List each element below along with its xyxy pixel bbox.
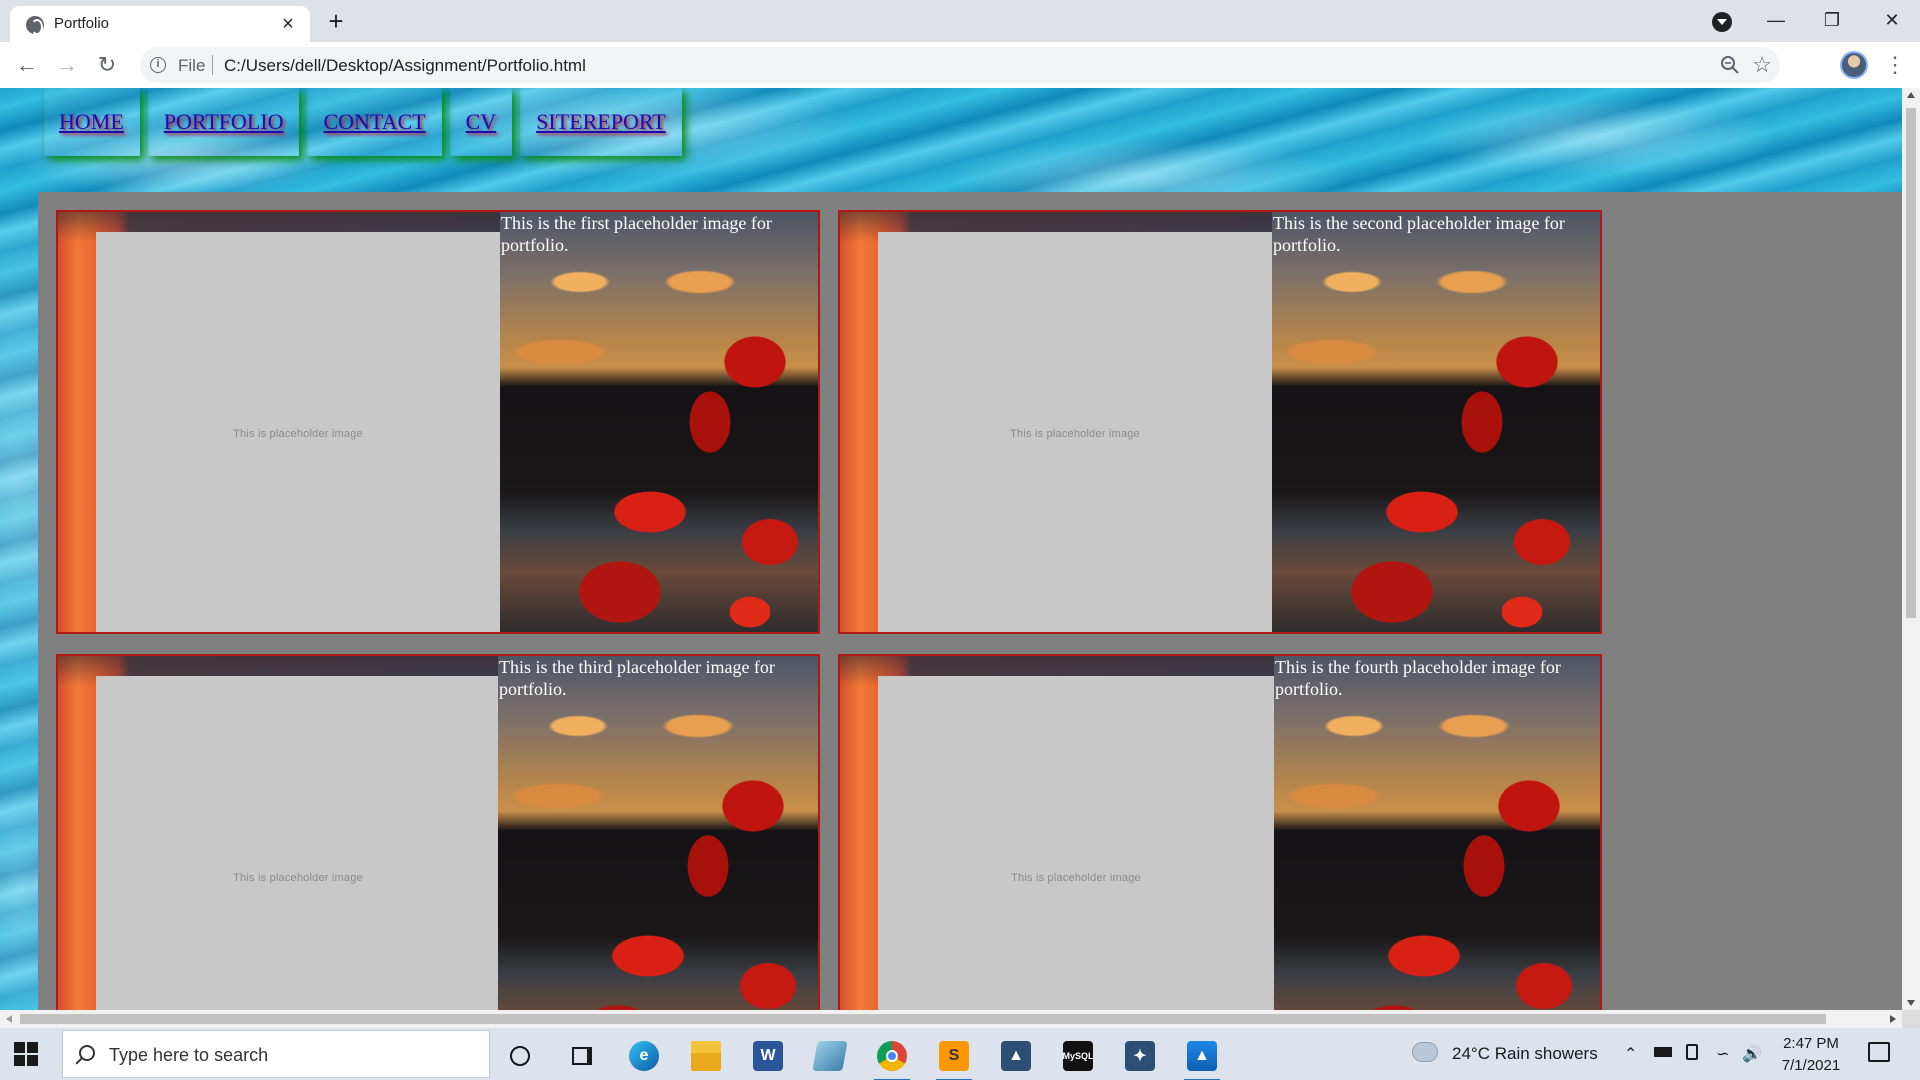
visual-studio-icon[interactable]: ✦ [1114,1034,1166,1078]
placeholder-image: This is placeholder image [96,232,500,632]
site-navbar: HOME PORTFOLIO CONTACT CV SITEREPORT [44,88,690,158]
scrollbar-thumb[interactable] [1906,108,1916,618]
chrome-icon[interactable] [866,1034,918,1080]
tab-search-icon[interactable] [1712,12,1732,32]
placeholder-text: This is placeholder image [1011,872,1141,884]
placeholder-text: This is placeholder image [1010,428,1140,440]
placeholder-image: This is placeholder image [96,676,500,1010]
placeholder-image: This is placeholder image [878,676,1274,1010]
minimize-button[interactable]: — [1748,0,1804,40]
nav-link-contact[interactable]: CONTACT [307,88,442,156]
restore-button[interactable]: ❐ [1804,0,1860,40]
notifications-icon[interactable] [1868,1042,1890,1062]
card-caption: This is the third placeholder image for … [499,657,775,699]
clock-date: 7/1/2021 [1781,1057,1841,1074]
horizontal-scrollbar[interactable] [0,1010,1902,1028]
wifi-icon[interactable]: ∽ [1716,1044,1729,1064]
edge-icon[interactable]: e [618,1034,670,1078]
forward-arrow-icon[interactable]: → [52,50,82,80]
new-tab-button[interactable]: + [322,8,350,36]
portfolio-card: This is placeholder image This is the se… [838,210,1602,634]
task-view-icon[interactable] [556,1034,608,1078]
nav-link-home[interactable]: HOME [44,88,140,156]
info-icon[interactable]: i [150,57,166,73]
nav-link-portfolio[interactable]: PORTFOLIO [147,88,300,156]
zoom-icon[interactable] [1720,55,1740,75]
nav-link-sitereport[interactable]: SITEREPORT [520,88,682,156]
sublime-text-icon[interactable]: S [928,1034,980,1080]
portfolio-card: This is placeholder image This is the fi… [56,210,820,634]
weather-icon[interactable] [1412,1042,1438,1062]
scroll-up-arrow-icon[interactable] [1907,92,1915,98]
show-hidden-icons-chevron-icon[interactable]: ⌃ [1624,1044,1637,1064]
card-caption: This is the first placeholder image for … [501,213,772,255]
scroll-right-arrow-icon[interactable] [1890,1015,1896,1023]
bookmark-star-icon[interactable]: ☆ [1752,52,1772,78]
placeholder-image: This is placeholder image [878,232,1272,632]
menu-dots-icon[interactable]: ⋮ [1884,50,1906,80]
notepad-icon[interactable] [804,1034,856,1078]
url-scheme: File [178,56,206,75]
device-icon[interactable] [1686,1044,1698,1060]
search-icon [79,1045,95,1061]
vs-code-icon[interactable]: ▲ [990,1034,1042,1078]
browser-tab[interactable]: Portfolio × [10,6,310,42]
placeholder-text: This is placeholder image [233,428,363,440]
flower-sunset-image [1274,656,1600,1010]
url-text[interactable]: C:/Users/dell/Desktop/Assignment/Portfol… [224,56,586,76]
scrollbar-corner [1902,1010,1920,1028]
word-icon[interactable]: W [742,1034,794,1078]
address-bar[interactable]: i File C:/Users/dell/Desktop/Assignment/… [140,47,1780,83]
tab-strip: Portfolio × + — ❐ ✕ [0,0,1920,42]
close-tab-icon[interactable]: × [276,12,300,36]
tab-title: Portfolio [54,15,110,32]
cortana-icon[interactable] [494,1034,546,1078]
close-window-button[interactable]: ✕ [1864,0,1920,40]
portfolio-card: This is placeholder image This is the th… [56,654,820,1010]
divider [212,55,213,75]
battery-icon[interactable] [1654,1047,1672,1057]
vertical-scrollbar[interactable] [1902,88,1920,1010]
weather-text[interactable]: 24°C Rain showers [1452,1044,1598,1064]
windows-start-icon[interactable] [14,1042,38,1066]
scroll-down-arrow-icon[interactable] [1907,1000,1915,1006]
system-clock[interactable]: 2:47 PM 7/1/2021 [1756,1033,1866,1077]
page-viewport: HOME PORTFOLIO CONTACT CV SITEREPORT Thi… [0,88,1902,1010]
card-caption: This is the second placeholder image for… [1273,213,1565,255]
photos-icon[interactable]: ▲ [1176,1034,1228,1080]
windows-taskbar: Type here to search e W S ▲ MySQL ✦ ▲ 24… [0,1028,1920,1080]
taskbar-search-box[interactable]: Type here to search [62,1030,490,1078]
back-arrow-icon[interactable]: ← [12,50,42,80]
profile-avatar[interactable] [1840,51,1868,79]
card-caption: This is the fourth placeholder image for… [1275,657,1561,699]
nav-link-cv[interactable]: CV [449,88,513,156]
scroll-left-arrow-icon[interactable] [6,1015,12,1023]
portfolio-section: This is placeholder image This is the fi… [38,192,1902,1010]
flower-sunset-image [500,212,818,632]
browser-toolbar: ← → ↻ i File C:/Users/dell/Desktop/Assig… [0,42,1920,88]
clock-time: 2:47 PM [1783,1035,1839,1052]
flower-sunset-image [498,656,818,1010]
portfolio-card: This is placeholder image This is the fo… [838,654,1602,1010]
search-placeholder: Type here to search [109,1045,269,1065]
placeholder-text: This is placeholder image [233,872,363,884]
reload-icon[interactable]: ↻ [92,50,122,80]
globe-icon [26,16,44,35]
scrollbar-thumb[interactable] [20,1014,1826,1024]
mysql-terminal-icon[interactable]: MySQL [1052,1034,1104,1078]
flower-sunset-image [1272,212,1600,632]
file-explorer-icon[interactable] [680,1034,732,1078]
